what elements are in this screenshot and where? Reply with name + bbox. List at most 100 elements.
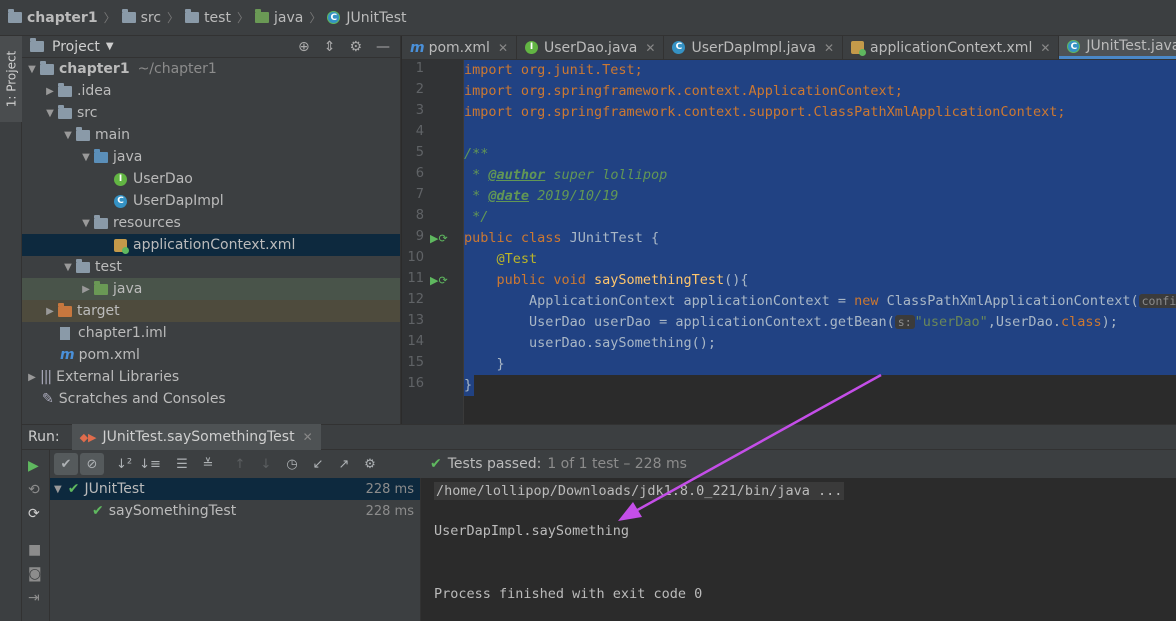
test-row-junittest[interactable]: ▼ ✔ JUnitTest 228 ms xyxy=(50,478,420,500)
test-folder-icon xyxy=(94,280,108,295)
rerun-icon[interactable]: ▶ xyxy=(28,458,39,474)
collapse-all-icon[interactable]: ⇕ xyxy=(324,39,336,55)
chevron-right-icon: 〉 xyxy=(236,11,249,25)
expanded-arrow-icon[interactable]: ▼ xyxy=(60,130,76,141)
tree-node-main-java[interactable]: ▼ java xyxy=(22,146,400,168)
exit-icon[interactable]: ⇥ xyxy=(28,590,40,606)
breadcrumb-item-java[interactable]: java 〉 xyxy=(254,9,327,26)
tree-node-chapter1[interactable]: ▼ chapter1 ~/chapter1 xyxy=(22,58,400,80)
close-icon[interactable]: ✕ xyxy=(1040,41,1050,55)
tree-node-resources[interactable]: ▼ resources xyxy=(22,212,400,234)
code-line-15: } xyxy=(464,354,505,375)
expanded-arrow-icon[interactable]: ▼ xyxy=(78,152,94,163)
chevron-right-icon: 〉 xyxy=(309,11,322,25)
breadcrumb-item-chapter1[interactable]: chapter1 〉 xyxy=(8,9,122,26)
tab-junittest-java[interactable]: C JUnitTest.java ✕ xyxy=(1059,36,1176,59)
console-output-line: UserDapImpl.saySomething xyxy=(434,523,630,539)
export-tests-icon[interactable]: ↗ xyxy=(332,453,356,475)
code-line-14: userDao.saySomething(); xyxy=(464,333,716,354)
show-passed-icon[interactable]: ✔ xyxy=(54,453,78,475)
tree-node-applicationcontext-xml[interactable]: applicationContext.xml xyxy=(22,234,400,256)
folder-icon xyxy=(76,126,90,141)
project-view-selector[interactable]: Project xyxy=(52,39,100,55)
tree-node-target[interactable]: ▶ target xyxy=(22,300,400,322)
tree-node-pom-xml[interactable]: m pom.xml xyxy=(22,344,400,366)
project-icon xyxy=(30,38,44,52)
rerun-failed-icon[interactable]: ⟲ xyxy=(28,482,40,498)
expanded-arrow-icon[interactable]: ▼ xyxy=(24,64,40,75)
line-number: 5 xyxy=(415,145,424,160)
line-number: 6 xyxy=(415,166,424,181)
collapse-all-icon[interactable]: ≚ xyxy=(196,453,220,475)
previous-failed-icon[interactable]: ↑ xyxy=(228,453,252,475)
test-history-icon[interactable]: ◷ xyxy=(280,453,304,475)
breadcrumb-item-src[interactable]: src 〉 xyxy=(121,9,185,26)
tree-node-userdapimpl[interactable]: C UserDapImpl xyxy=(22,190,400,212)
collapsed-arrow-icon[interactable]: ▶ xyxy=(78,284,94,295)
expanded-arrow-icon[interactable]: ▼ xyxy=(60,262,76,273)
hide-icon[interactable]: — xyxy=(376,39,390,55)
close-icon[interactable]: ✕ xyxy=(303,430,313,444)
dump-threads-icon[interactable]: ◙ xyxy=(28,566,42,582)
stop-icon[interactable]: ■ xyxy=(28,542,41,558)
project-panel-header: Project ▼ ⊕ ⇕ ⚙ — xyxy=(22,36,400,58)
code-line-5: /** xyxy=(464,146,489,162)
close-icon[interactable]: ✕ xyxy=(824,41,834,55)
tree-node-src[interactable]: ▼ src xyxy=(22,102,400,124)
tree-node-userdao[interactable]: I UserDao xyxy=(22,168,400,190)
dropdown-arrow-icon[interactable]: ▼ xyxy=(106,41,114,52)
tree-node-test-java[interactable]: ▶ java xyxy=(22,278,400,300)
code-line-10: @Test xyxy=(464,251,538,267)
tab-userdao-java[interactable]: I UserDao.java ✕ xyxy=(517,36,665,59)
breadcrumb: chapter1 〉 src 〉 test 〉 java 〉 C JUnitTe… xyxy=(0,0,1176,36)
breadcrumb-item-test[interactable]: test 〉 xyxy=(185,9,255,26)
run-test-class-icon[interactable]: ▶⟳ xyxy=(430,232,448,245)
tree-node-chapter1-iml[interactable]: chapter1.iml xyxy=(22,322,400,344)
project-panel: Project ▼ ⊕ ⇕ ⚙ — ▼ chapter1 ~/chapter1 … xyxy=(22,36,401,424)
show-ignored-icon[interactable]: ⊘ xyxy=(80,453,104,475)
expand-all-icon[interactable]: ☰ xyxy=(170,453,194,475)
project-tool-tab[interactable]: 1: Project xyxy=(0,36,22,122)
tree-node-idea[interactable]: ▶ .idea xyxy=(22,80,400,102)
collapsed-arrow-icon[interactable]: ▶ xyxy=(42,306,58,317)
expanded-arrow-icon[interactable]: ▼ xyxy=(42,108,58,119)
expanded-arrow-icon[interactable]: ▼ xyxy=(54,484,62,495)
run-test-method-icon[interactable]: ▶⟳ xyxy=(430,274,448,287)
chevron-right-icon: 〉 xyxy=(103,11,116,25)
code-editor[interactable]: 1 2 3 4 5 6 7 8 9 10 11 12 13 14 15 16 ▶… xyxy=(402,60,1176,424)
scratches-icon: ✎ xyxy=(42,391,54,407)
run-config-tab[interactable]: ◆▶ JUnitTest.saySomethingTest ✕ xyxy=(71,424,321,450)
collapsed-arrow-icon[interactable]: ▶ xyxy=(42,86,58,97)
sort-by-duration-icon[interactable]: ↓≡ xyxy=(138,453,162,475)
next-failed-icon[interactable]: ↓ xyxy=(254,453,278,475)
tab-pom-xml[interactable]: m pom.xml ✕ xyxy=(402,36,518,59)
class-icon: C xyxy=(672,41,686,54)
locate-icon[interactable]: ⊕ xyxy=(298,39,310,55)
line-number: 16 xyxy=(407,376,424,391)
code-line-9: public class JUnitTest { xyxy=(464,228,660,249)
sort-alphabetically-icon[interactable]: ↓² xyxy=(112,453,136,475)
console-command-line[interactable]: /home/lollipop/Downloads/jdk1.8.0_221/bi… xyxy=(434,482,845,500)
import-tests-icon[interactable]: ↙ xyxy=(306,453,330,475)
junit-icon: ◆▶ xyxy=(79,430,97,444)
tree-node-test[interactable]: ▼ test xyxy=(22,256,400,278)
tree-node-scratches[interactable]: ✎ Scratches and Consoles xyxy=(22,388,400,410)
console-output[interactable]: /home/lollipop/Downloads/jdk1.8.0_221/bi… xyxy=(421,478,1176,621)
toggle-auto-test-icon[interactable]: ⟳ xyxy=(28,506,40,522)
breadcrumb-item-junittest[interactable]: C JUnitTest xyxy=(327,10,407,26)
test-row-saysomethingtest[interactable]: ✔ saySomethingTest 228 ms xyxy=(50,500,420,522)
collapsed-arrow-icon[interactable]: ▶ xyxy=(24,372,40,383)
close-icon[interactable]: ✕ xyxy=(645,41,655,55)
line-number: 14 xyxy=(407,334,424,349)
tab-userdapimpl-java[interactable]: C UserDapImpl.java ✕ xyxy=(664,36,843,59)
settings-gear-icon[interactable]: ⚙ xyxy=(358,453,382,475)
expanded-arrow-icon[interactable]: ▼ xyxy=(78,218,94,229)
tree-node-main[interactable]: ▼ main xyxy=(22,124,400,146)
close-icon[interactable]: ✕ xyxy=(498,41,508,55)
tab-applicationcontext-xml[interactable]: applicationContext.xml ✕ xyxy=(843,36,1060,59)
gear-icon[interactable]: ⚙ xyxy=(349,39,362,55)
parameter-hint: configL xyxy=(1138,294,1176,308)
code-line-1: import org.junit.Test; xyxy=(464,62,643,78)
line-number: 7 xyxy=(415,187,424,202)
tree-node-external-libraries[interactable]: ▶ ||| External Libraries xyxy=(22,366,400,388)
